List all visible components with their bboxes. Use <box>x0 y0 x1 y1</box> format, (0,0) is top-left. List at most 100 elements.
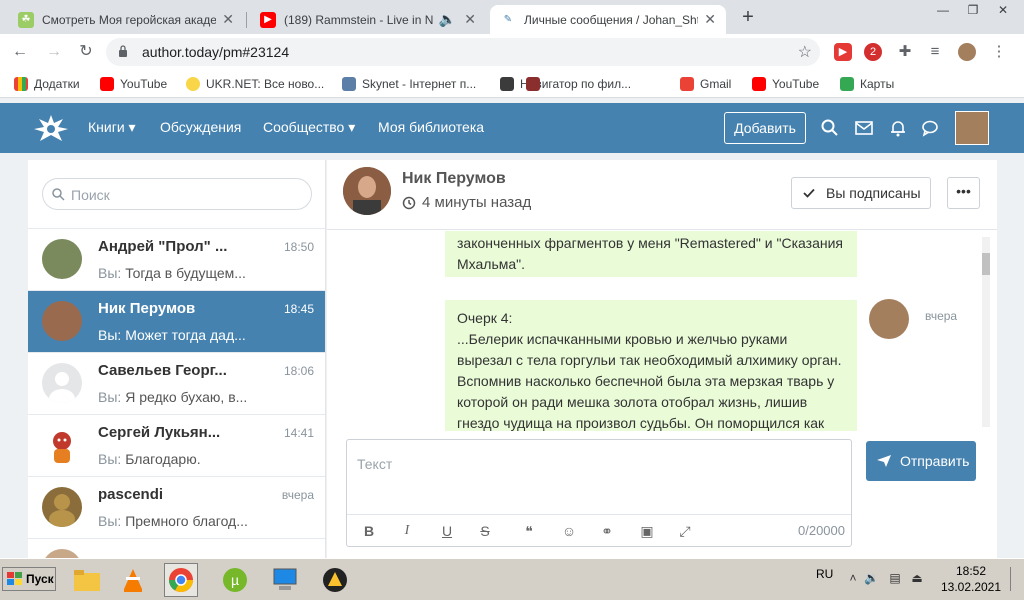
conversation-item[interactable] <box>28 538 325 560</box>
author-today-icon <box>500 77 514 91</box>
media-control-icon[interactable]: ≡ <box>926 43 944 61</box>
clock-icon <box>402 196 416 209</box>
mail-icon[interactable] <box>854 118 874 138</box>
bookmark-item[interactable]: Навигатор по фил... <box>500 76 631 92</box>
reload-icon[interactable]: ↻ <box>76 42 96 62</box>
send-icon <box>877 455 891 467</box>
chrome-icon <box>169 568 193 593</box>
film-navigator-icon <box>526 77 540 91</box>
search-icon[interactable] <box>820 118 840 138</box>
os-taskbar: Пуск µ RU ˄ 🔉 ▤ ⏏ 18:52 13.02.2021 <box>0 558 1024 600</box>
profile-avatar[interactable] <box>958 43 976 61</box>
chevron-up-icon[interactable]: ˄ <box>846 571 860 585</box>
more-options-button[interactable]: ••• <box>947 177 980 209</box>
extension-icon[interactable]: 2 <box>864 43 882 61</box>
network-icon[interactable]: ▤ <box>888 571 902 585</box>
close-window-icon[interactable]: ✕ <box>988 0 1018 20</box>
browser-tab[interactable]: ☘ Смотреть Моя геройская акаде ✕ <box>8 5 244 34</box>
conversation-item[interactable]: Андрей "Прол" ... 18:50 Вы: Тогда в буду… <box>28 228 325 290</box>
start-button[interactable]: Пуск <box>2 567 56 591</box>
underline-icon[interactable]: U <box>439 523 455 539</box>
close-tab-icon[interactable]: ✕ <box>464 11 476 28</box>
strikethrough-icon[interactable]: S <box>477 523 493 539</box>
site-logo[interactable] <box>30 111 72 145</box>
nav-discussions[interactable]: Обсуждения <box>160 119 241 135</box>
back-icon[interactable]: ← <box>10 42 30 62</box>
explorer-taskbar-icon[interactable] <box>70 563 104 597</box>
system-clock[interactable]: 18:52 13.02.2021 <box>938 563 1004 595</box>
minimize-icon[interactable]: — <box>928 0 958 20</box>
safely-remove-icon[interactable]: ⏏ <box>910 571 924 585</box>
bookmark-item[interactable]: Додатки <box>14 76 80 92</box>
utorrent-icon: µ <box>223 568 247 592</box>
message-time: вчера <box>925 309 958 323</box>
vlc-taskbar-icon[interactable] <box>116 563 150 597</box>
bookmarks-bar: Додатки YouTube UKR.NET: Все ново... Sky… <box>0 70 1024 98</box>
speaker-icon[interactable]: 🔈 <box>439 11 456 28</box>
close-tab-icon[interactable]: ✕ <box>222 11 234 28</box>
menu-icon[interactable]: ⋮ <box>990 43 1008 61</box>
bookmark-item[interactable]: Skynet - Інтернет п... <box>342 76 476 92</box>
add-button[interactable]: Добавить <box>724 112 806 144</box>
computer-taskbar-icon[interactable] <box>268 563 302 597</box>
show-desktop-button[interactable] <box>1010 567 1024 591</box>
send-button[interactable]: Отправить <box>866 441 976 481</box>
conversation-item[interactable]: Савельев Георг... 18:06 Вы: Я редко буха… <box>28 352 325 414</box>
bookmark-item[interactable]: YouTube <box>752 76 819 92</box>
nav-community[interactable]: Сообщество ▾ <box>263 119 355 136</box>
bookmark-item[interactable]: UKR.NET: Все ново... <box>186 76 324 92</box>
nav-books[interactable]: Книги ▾ <box>88 119 136 136</box>
close-tab-icon[interactable]: ✕ <box>704 11 716 28</box>
forward-icon[interactable]: → <box>44 42 64 62</box>
scrollbar-thumb[interactable] <box>982 253 990 275</box>
bookmark-item[interactable]: Навигатор по фил... <box>526 76 546 92</box>
conversation-search-input[interactable]: Поиск <box>42 178 312 210</box>
contact-name[interactable]: Ник Перумов <box>402 170 506 188</box>
link-icon[interactable]: ⚭ <box>599 523 615 539</box>
contact-avatar[interactable] <box>343 167 391 215</box>
bookmark-item[interactable]: Gmail <box>680 76 731 92</box>
conversation-item-selected[interactable]: Ник Перумов 18:45 Вы: Может тогда дад... <box>28 290 325 352</box>
browser-tab-active[interactable]: ✎ Личные сообщения / Johan_Sht ✕ <box>490 5 726 34</box>
conversation-item[interactable]: pascendi вчера Вы: Премного благод... <box>28 476 325 538</box>
utorrent-taskbar-icon[interactable]: µ <box>218 563 252 597</box>
nav-my-library[interactable]: Моя библиотека <box>378 119 484 135</box>
buddha-avatar-icon <box>49 494 75 527</box>
quote-icon[interactable]: ❝ <box>521 523 537 539</box>
chat-icon[interactable] <box>920 118 940 138</box>
anime-site-icon: ☘ <box>18 11 34 28</box>
ukrnet-icon <box>186 77 200 91</box>
user-avatar[interactable] <box>955 111 989 145</box>
avatar <box>42 425 82 465</box>
puzzle-icon[interactable]: ✚ <box>896 43 914 61</box>
fullscreen-icon[interactable]: ⤢ <box>677 523 693 539</box>
language-indicator[interactable]: RU <box>816 567 833 581</box>
avatar <box>42 487 82 527</box>
image-icon[interactable]: ▣ <box>639 523 655 539</box>
url-field[interactable]: author.today/pm#23124 ☆ <box>106 38 820 66</box>
bookmark-item[interactable]: YouTube <box>100 76 167 92</box>
conversation-sidebar: Поиск Андрей "Прол" ... 18:50 Вы: Тогда … <box>28 160 326 560</box>
bookmark-item[interactable]: Карты <box>840 76 894 92</box>
volume-icon[interactable]: 🔉 <box>864 571 879 585</box>
italic-icon[interactable]: I <box>399 523 415 539</box>
bell-icon[interactable] <box>888 118 908 138</box>
chrome-taskbar-icon[interactable] <box>164 563 198 597</box>
browser-tab[interactable]: ▶ (189) Rammstein - Live in Nî 🔈 ✕ <box>250 5 486 34</box>
message-input[interactable]: Текст B I U S ❝ ☺ ⚭ ▣ ⤢ 0/20000 <box>346 439 852 547</box>
windows-logo-icon <box>7 572 22 585</box>
aimp-taskbar-icon[interactable] <box>318 563 352 597</box>
subscribed-button[interactable]: Вы подписаны <box>791 177 931 209</box>
lock-icon <box>119 45 127 57</box>
message-bubble: законченных фрагментов у меня "Remastere… <box>445 231 857 277</box>
last-seen-status: 4 минуты назад <box>422 194 532 211</box>
conversation-item[interactable]: Сергей Лукьян... 14:41 Вы: Благодарю. <box>28 414 325 476</box>
bold-icon[interactable]: B <box>361 523 377 539</box>
extension-icon[interactable]: ▶ <box>834 43 852 61</box>
emoji-icon[interactable]: ☺ <box>561 523 577 539</box>
bookmark-star-icon[interactable]: ☆ <box>798 42 812 62</box>
new-tab-button[interactable]: + <box>736 6 760 30</box>
restore-icon[interactable]: ❐ <box>958 0 988 20</box>
gmail-icon <box>680 77 694 91</box>
scrollbar[interactable] <box>982 237 990 427</box>
